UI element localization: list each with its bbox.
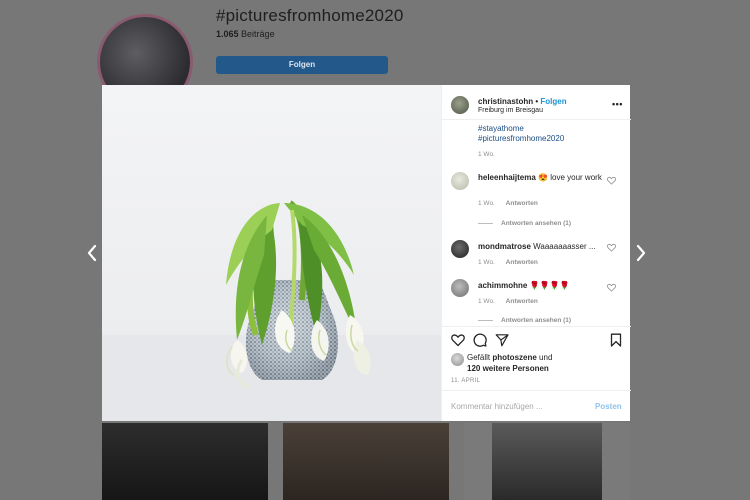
comment-meta: 1 Wo. Antworten — [478, 200, 538, 207]
caption-age: 1 Wo. — [478, 151, 495, 158]
view-replies-button[interactable]: Antworten ansehen (1) — [478, 317, 571, 324]
likes-prefix: Gefällt — [467, 353, 491, 362]
post-count-label: Beiträge — [241, 29, 275, 39]
comment-text: heleenhaijtema 😍 love your work — [478, 172, 608, 183]
bookmark-icon[interactable] — [609, 333, 623, 347]
post-comment-button[interactable]: Posten — [595, 402, 622, 411]
comment-age: 1 Wo. — [478, 259, 495, 266]
reply-button[interactable]: Antworten — [506, 298, 538, 305]
divider-line — [478, 222, 493, 224]
hashtag-link[interactable]: #picturesfromhome2020 — [478, 134, 564, 143]
chevron-left-icon[interactable] — [84, 243, 100, 263]
comment-input[interactable]: Kommentar hinzufügen ... — [451, 402, 543, 411]
author-avatar[interactable] — [451, 96, 469, 114]
heart-icon[interactable] — [451, 333, 465, 347]
comment-age: 1 Wo. — [478, 200, 495, 207]
grid-thumbnail[interactable] — [464, 423, 630, 500]
more-options-icon[interactable]: ••• — [612, 99, 623, 109]
comments-list[interactable]: #stayathome #picturesfromhome2020 1 Wo. … — [442, 120, 631, 326]
post-date: 11. APRIL — [451, 378, 481, 384]
separator-dot: • — [535, 97, 539, 106]
commenter-avatar[interactable] — [451, 279, 469, 297]
heart-icon[interactable] — [607, 243, 616, 252]
view-replies-label: Antworten ansehen (1) — [501, 220, 572, 227]
comment-age: 1 Wo. — [478, 298, 495, 305]
liker-avatar[interactable] — [451, 353, 464, 366]
comment-truncation: ... — [588, 242, 596, 251]
liker-username[interactable]: photoszene — [492, 353, 536, 362]
post-modal: christinastohn • Folgen Freiburg im Brei… — [102, 85, 631, 421]
comment-meta: 1 Wo. Antworten — [478, 259, 538, 266]
comment-body: love your work — [550, 173, 602, 182]
post-location[interactable]: Freiburg im Breisgau — [478, 107, 543, 114]
post-count: 1.065 Beiträge — [216, 29, 275, 39]
post-photo[interactable] — [102, 85, 441, 421]
likes-others-link[interactable]: 120 weitere Personen — [467, 364, 549, 373]
view-replies-label: Antworten ansehen (1) — [501, 317, 572, 324]
add-comment-bar: Kommentar hinzufügen ... Posten — [442, 390, 631, 421]
post-count-value: 1.065 — [216, 29, 239, 39]
tulip-vase-image — [102, 85, 441, 421]
comment-username[interactable]: achimmohne — [478, 281, 527, 290]
follow-link[interactable]: Folgen — [540, 97, 566, 106]
post-header: christinastohn • Folgen Freiburg im Brei… — [442, 85, 631, 120]
grid-thumbnail[interactable] — [102, 423, 268, 500]
commenter-avatar[interactable] — [451, 240, 469, 258]
hashtag-link[interactable]: #stayathome — [478, 124, 524, 133]
comment-body: Waaaaaaasser — [533, 242, 587, 251]
smiling-face-hearts-emoji: 😍 — [538, 173, 549, 182]
heart-icon[interactable] — [607, 176, 616, 185]
comment-text: achimmohne 🌹🌹🌹🌹 — [478, 280, 608, 291]
hashtag-follow-button[interactable]: Folgen — [216, 56, 388, 74]
post-side-panel: christinastohn • Folgen Freiburg im Brei… — [441, 85, 631, 421]
reply-button[interactable]: Antworten — [506, 200, 538, 207]
view-replies-button[interactable]: Antworten ansehen (1) — [478, 220, 571, 227]
hashtag-title: #picturesfromhome2020 — [216, 6, 404, 25]
comment-meta: 1 Wo. Antworten — [478, 298, 538, 305]
author-username[interactable]: christinastohn — [478, 97, 533, 106]
reply-button[interactable]: Antworten — [506, 259, 538, 266]
grid-thumbnail[interactable] — [283, 423, 449, 500]
likes-connector: und — [539, 353, 553, 362]
likes-text: Gefällt photoszene und 120 weitere Perso… — [467, 353, 587, 374]
divider-line — [478, 319, 493, 321]
post-actions: Gefällt photoszene und 120 weitere Perso… — [442, 326, 631, 390]
comment-username[interactable]: mondmatrose — [478, 242, 531, 251]
chevron-right-icon[interactable] — [633, 243, 649, 263]
comment-username[interactable]: heleenhaijtema — [478, 173, 536, 182]
heart-icon[interactable] — [607, 283, 616, 292]
comment-icon[interactable] — [473, 333, 487, 347]
comment-text: mondmatrose Waaaaaaasser ... — [478, 241, 608, 252]
share-icon[interactable] — [495, 333, 509, 347]
rose-emojis: 🌹🌹🌹🌹 — [529, 281, 570, 290]
commenter-avatar[interactable] — [451, 172, 469, 190]
grid-thumbnail-image — [492, 423, 602, 500]
author-line: christinastohn • Folgen — [478, 97, 567, 106]
